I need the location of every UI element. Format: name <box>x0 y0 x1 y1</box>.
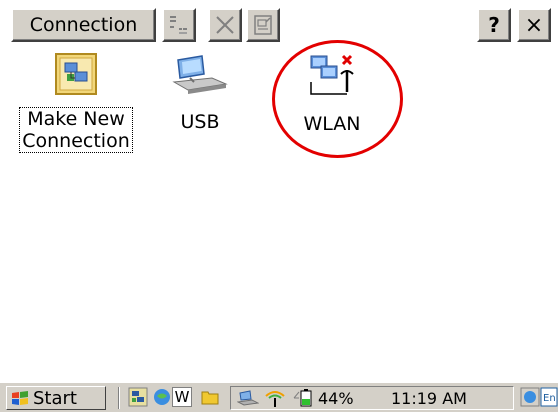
properties-button[interactable] <box>246 8 280 42</box>
close-button[interactable]: × <box>517 8 551 42</box>
label-line-2: Connection <box>22 130 130 152</box>
wordpad-label: W <box>174 388 190 406</box>
red-highlight-circle <box>272 40 403 158</box>
svg-text:En: En <box>543 393 556 404</box>
connection-menu-button[interactable]: Connection <box>11 8 156 42</box>
wordpad-task-button[interactable]: W <box>172 387 192 407</box>
system-tray: 44% 11:19 AM <box>230 386 514 410</box>
usb-label: USB <box>180 111 220 133</box>
delete-button[interactable] <box>208 8 242 42</box>
close-label: × <box>524 12 544 38</box>
toolbar: Connection ? × <box>0 0 558 50</box>
usb-connection-item[interactable]: USB <box>158 52 242 133</box>
taskbar: Start W 44% 11:19 AM En <box>0 382 558 412</box>
wlan-signal-tray-icon[interactable] <box>263 388 287 408</box>
battery-percent: 44% <box>318 389 354 408</box>
quick-launch-sync-icon[interactable] <box>128 387 148 407</box>
explorer-folder-icon[interactable] <box>200 387 220 407</box>
internet-explorer-icon[interactable] <box>152 387 172 407</box>
view-details-icon <box>170 16 187 34</box>
make-new-connection-icon <box>55 53 97 95</box>
help-label: ? <box>488 13 500 37</box>
battery-icon[interactable] <box>293 388 315 408</box>
view-details-button[interactable] <box>162 8 196 42</box>
usb-tray-icon[interactable] <box>237 389 259 407</box>
clock[interactable]: 11:19 AM <box>391 389 467 408</box>
delete-x-icon <box>216 16 234 34</box>
usb-connection-icon <box>172 55 228 94</box>
label-line-1: Make New <box>27 108 125 130</box>
input-language-icon[interactable]: En <box>540 387 558 407</box>
taskbar-separator <box>118 387 120 409</box>
start-label: Start <box>33 387 77 409</box>
connection-menu-label: Connection <box>29 14 138 36</box>
start-button[interactable]: Start <box>6 386 106 410</box>
make-new-connection-item[interactable]: Make New Connection <box>14 52 138 153</box>
properties-icon <box>254 15 272 35</box>
make-new-connection-label: Make New Connection <box>19 107 133 153</box>
desktop-show-icon[interactable] <box>520 387 540 407</box>
help-button[interactable]: ? <box>477 8 511 42</box>
windows-flag-icon <box>12 391 28 405</box>
